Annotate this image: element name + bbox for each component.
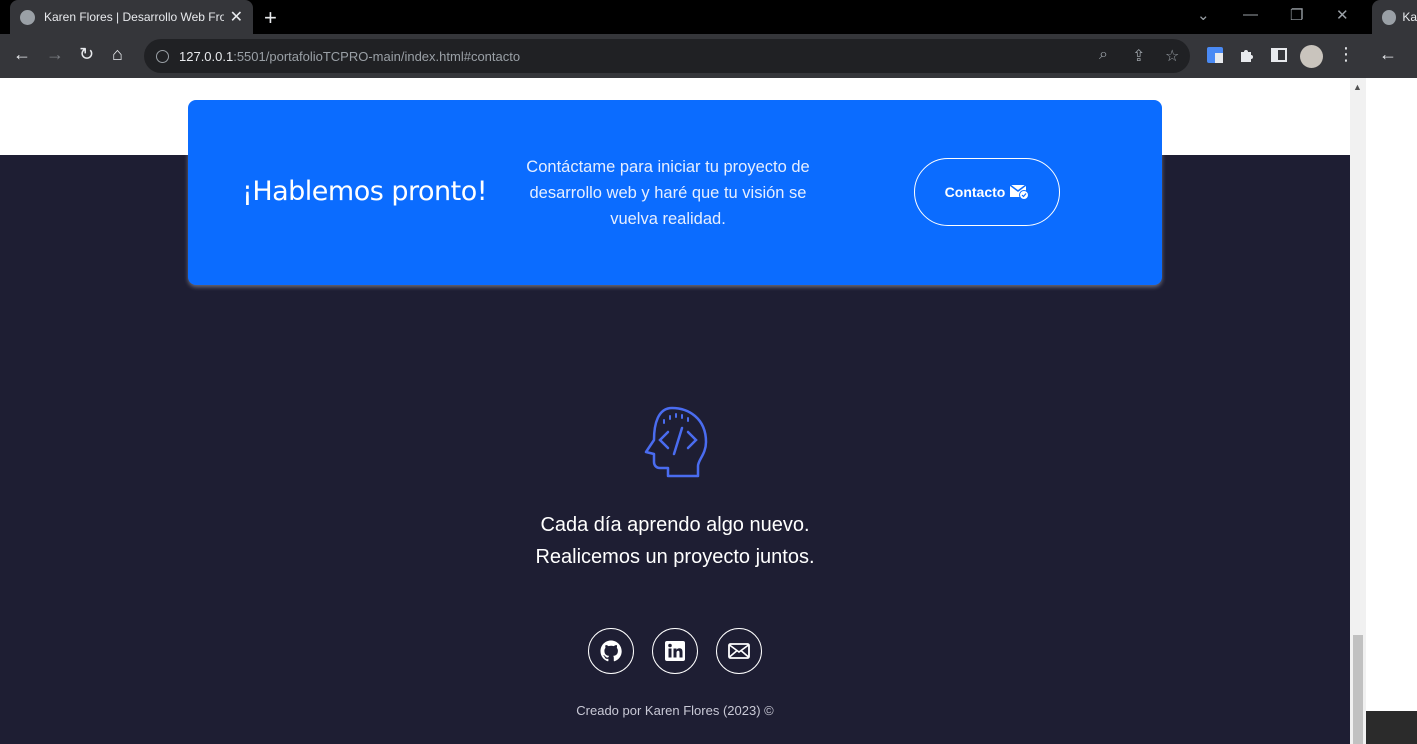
- bookmark-star-icon[interactable]: ☆: [1165, 46, 1179, 66]
- share-icon[interactable]: ⇪: [1132, 46, 1145, 66]
- restore-button[interactable]: ❐: [1290, 6, 1303, 24]
- linkedin-icon: [665, 641, 685, 661]
- cta-description: Contáctame para iniciar tu proyecto de d…: [526, 158, 810, 228]
- github-link[interactable]: [588, 628, 634, 674]
- browser-tab-second[interactable]: Ka: [1372, 0, 1417, 34]
- tab-search-icon[interactable]: ⌄: [1197, 6, 1210, 24]
- profile-avatar[interactable]: [1300, 45, 1323, 68]
- tagline-line-1: Cada día aprendo algo nuevo.: [540, 514, 810, 536]
- minimize-button[interactable]: —: [1243, 6, 1258, 23]
- side-panel-icon[interactable]: [1270, 46, 1288, 64]
- adjacent-window: [1366, 78, 1417, 744]
- home-icon[interactable]: ⌂: [112, 44, 123, 65]
- mail-check-icon: [1009, 184, 1030, 200]
- footer-credit: Creado por Karen Flores (2023) ©: [576, 703, 774, 718]
- browser-tab-active[interactable]: Karen Flores | Desarrollo Web Fro ✕: [10, 0, 253, 34]
- browser-toolbar: ← → ↻ ⌂ 127.0.0.1:5501/portafolioTCPRO-m…: [0, 34, 1417, 78]
- email-icon: [728, 643, 750, 659]
- globe-icon: [1382, 9, 1397, 25]
- contact-button[interactable]: Contacto: [914, 158, 1060, 226]
- reload-icon[interactable]: ↻: [79, 44, 94, 65]
- back-arrow-icon[interactable]: ←: [1379, 44, 1397, 65]
- contact-button-label: Contacto: [944, 184, 1006, 200]
- developer-head-icon: [644, 406, 708, 478]
- site-info-icon[interactable]: [156, 49, 169, 63]
- email-link[interactable]: [716, 628, 762, 674]
- url-text[interactable]: 127.0.0.1:5501/portafolioTCPRO-main/inde…: [179, 49, 520, 64]
- browser-tab-strip: Karen Flores | Desarrollo Web Fro ✕ + ⌄ …: [0, 0, 1417, 34]
- address-bar[interactable]: 127.0.0.1:5501/portafolioTCPRO-main/inde…: [144, 39, 1190, 73]
- tagline: Cada día aprendo algo nuevo. Realicemos …: [0, 509, 1350, 573]
- linkedin-link[interactable]: [652, 628, 698, 674]
- google-translate-icon[interactable]: [1206, 46, 1224, 64]
- page-viewport: ¡Hablemos pronto! Contáctame para inicia…: [0, 78, 1350, 744]
- extensions-puzzle-icon[interactable]: [1238, 46, 1256, 64]
- tagline-line-2: Realicemos un proyecto juntos.: [535, 546, 815, 568]
- cta-title: ¡Hablemos pronto!: [242, 176, 488, 207]
- scroll-up-arrow-icon[interactable]: ▲: [1353, 82, 1362, 92]
- close-window-button[interactable]: ✕: [1336, 6, 1349, 24]
- scrollbar-thumb[interactable]: [1353, 635, 1363, 744]
- globe-icon: [20, 9, 35, 25]
- adjacent-taskbar: [1366, 711, 1417, 744]
- zoom-icon[interactable]: ⌕: [1099, 46, 1108, 64]
- tab-title: Ka: [1402, 10, 1417, 24]
- back-arrow-icon[interactable]: ←: [13, 44, 31, 65]
- new-tab-button[interactable]: +: [264, 5, 277, 31]
- close-tab-icon[interactable]: ✕: [230, 7, 243, 27]
- tab-title: Karen Flores | Desarrollo Web Fro: [44, 10, 224, 24]
- github-icon: [600, 640, 622, 662]
- menu-kebab-icon[interactable]: ⋮: [1337, 44, 1355, 65]
- contact-cta-card: ¡Hablemos pronto! Contáctame para inicia…: [188, 100, 1162, 285]
- page-scrollbar[interactable]: ▲: [1350, 78, 1366, 744]
- forward-arrow-icon[interactable]: →: [46, 44, 64, 65]
